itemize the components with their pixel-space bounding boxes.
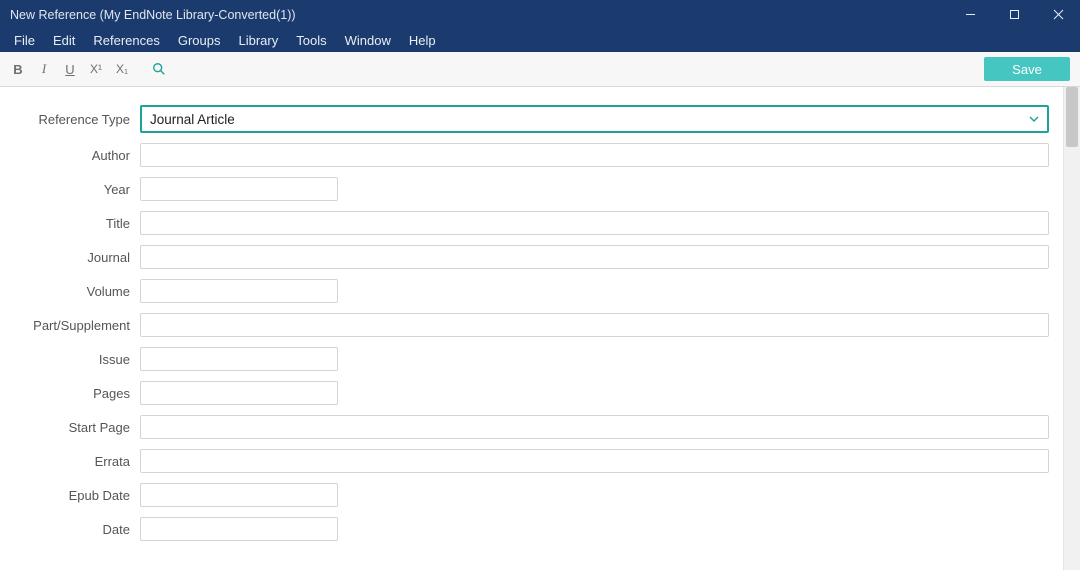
search-icon[interactable] <box>152 62 166 76</box>
field-input[interactable] <box>140 245 1049 269</box>
field-input[interactable] <box>140 381 338 405</box>
menu-references[interactable]: References <box>93 33 159 48</box>
reference-form: Reference Type Journal Article Author Yea… <box>0 87 1080 570</box>
field-row: Epub Date <box>0 483 1049 507</box>
title-bar: New Reference (My EndNote Library-Conver… <box>0 0 1080 28</box>
reference-type-value: Journal Article <box>140 105 1049 133</box>
window-controls <box>948 0 1080 28</box>
menu-tools[interactable]: Tools <box>296 33 326 48</box>
field-label: Year <box>0 182 140 197</box>
field-label: Issue <box>0 352 140 367</box>
field-label: Pages <box>0 386 140 401</box>
window-title: New Reference (My EndNote Library-Conver… <box>10 6 296 22</box>
field-label: Volume <box>0 284 140 299</box>
field-label: Errata <box>0 454 140 469</box>
field-input[interactable] <box>140 347 338 371</box>
maximize-button[interactable] <box>992 0 1036 28</box>
menu-bar: File Edit References Groups Library Tool… <box>0 28 1080 52</box>
minimize-button[interactable] <box>948 0 992 28</box>
field-label: Epub Date <box>0 488 140 503</box>
field-label: Date <box>0 522 140 537</box>
superscript-button[interactable]: X¹ <box>88 62 104 76</box>
field-row: Journal <box>0 245 1049 269</box>
menu-help[interactable]: Help <box>409 33 436 48</box>
vertical-scrollbar[interactable] <box>1063 87 1080 570</box>
field-row: Volume <box>0 279 1049 303</box>
field-label: Title <box>0 216 140 231</box>
reference-type-dropdown[interactable]: Journal Article <box>140 105 1049 133</box>
menu-edit[interactable]: Edit <box>53 33 75 48</box>
menu-library[interactable]: Library <box>238 33 278 48</box>
italic-button[interactable]: I <box>36 61 52 77</box>
save-button[interactable]: Save <box>984 57 1070 81</box>
field-input[interactable] <box>140 279 338 303</box>
menu-file[interactable]: File <box>14 33 35 48</box>
field-input[interactable] <box>140 211 1049 235</box>
scroll-thumb[interactable] <box>1066 87 1078 147</box>
field-input[interactable] <box>140 415 1049 439</box>
field-input[interactable] <box>140 143 1049 167</box>
reference-type-label: Reference Type <box>0 112 140 127</box>
field-input[interactable] <box>140 177 338 201</box>
subscript-button[interactable]: X₁ <box>114 62 130 76</box>
field-row: Pages <box>0 381 1049 405</box>
field-input[interactable] <box>140 483 338 507</box>
underline-button[interactable]: U <box>62 62 78 77</box>
field-input[interactable] <box>140 449 1049 473</box>
field-row: Part/Supplement <box>0 313 1049 337</box>
format-toolbar: B I U X¹ X₁ Save <box>0 52 1080 87</box>
field-row: Title <box>0 211 1049 235</box>
field-row-reference-type: Reference Type Journal Article <box>0 105 1049 133</box>
close-button[interactable] <box>1036 0 1080 28</box>
field-row: Start Page <box>0 415 1049 439</box>
field-row: Issue <box>0 347 1049 371</box>
field-label: Author <box>0 148 140 163</box>
field-row: Author <box>0 143 1049 167</box>
menu-groups[interactable]: Groups <box>178 33 221 48</box>
field-label: Journal <box>0 250 140 265</box>
bold-button[interactable]: B <box>10 62 26 77</box>
field-label: Start Page <box>0 420 140 435</box>
field-row: Date <box>0 517 1049 541</box>
field-row: Year <box>0 177 1049 201</box>
field-input[interactable] <box>140 313 1049 337</box>
field-row: Errata <box>0 449 1049 473</box>
field-label: Part/Supplement <box>0 318 140 333</box>
field-input[interactable] <box>140 517 338 541</box>
menu-window[interactable]: Window <box>345 33 391 48</box>
